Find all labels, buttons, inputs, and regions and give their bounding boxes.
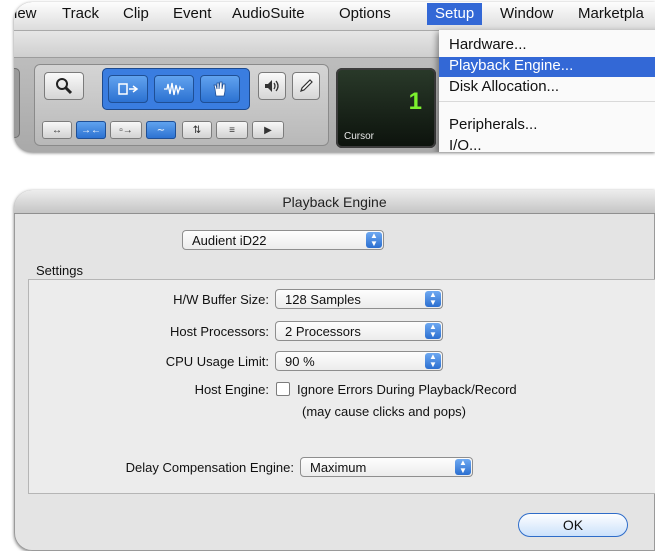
host-processors-select[interactable]: 2 Processors ▲ ▼ [275,321,443,341]
hw-buffer-label: H/W Buffer Size: [173,292,269,307]
waveform-icon [164,82,184,96]
popup-arrows-icon: ▲ ▼ [425,291,441,307]
grabber-tool-button[interactable] [200,75,240,103]
menu-item-hardware[interactable]: Hardware... [439,36,655,56]
dialog-titlebar: Playback Engine [14,190,655,214]
magnifier-icon [56,78,73,95]
grid-mode-button[interactable]: ∼ [146,121,176,139]
menubar: iew Track Clip Event AudioSuite Options … [14,2,655,31]
ignore-errors-label: Ignore Errors During Playback/Record [297,382,517,397]
menu-window[interactable]: Window [500,5,553,22]
cpu-limit-label: CPU Usage Limit: [165,354,269,369]
ignore-errors-checkbox[interactable] [276,382,290,396]
menu-view[interactable]: iew [14,5,37,22]
pencil-tool-button[interactable] [292,72,320,100]
ok-button[interactable]: OK [518,513,628,537]
zoom-tool-button[interactable] [44,72,84,100]
mirror-midi-button[interactable]: ≡ [216,121,248,139]
shuffle-mode-button[interactable]: ↔ [42,121,72,139]
host-processors-value: 2 Processors [285,324,361,339]
host-engine-label: Host Engine: [194,382,269,397]
host-processors-label: Host Processors: [170,324,269,339]
spot-mode-button[interactable]: ▫→ [110,121,142,139]
selector-tool-button[interactable] [154,75,194,103]
trim-tool-button[interactable] [108,75,148,103]
popup-arrows-icon: ▲ ▼ [425,323,441,339]
cpu-limit-value: 90 % [285,354,315,369]
speaker-icon [265,80,279,92]
menu-track[interactable]: Track [62,5,99,22]
hw-buffer-select[interactable]: 128 Samples ▲ ▼ [275,289,443,309]
slip-mode-button[interactable]: →← [76,121,106,139]
menu-event[interactable]: Event [173,5,211,22]
menu-setup[interactable]: Setup [427,3,483,25]
menu-item-playback-engine[interactable]: Playback Engine... [439,57,655,77]
popup-arrows-icon: ▲ ▼ [455,459,471,475]
menu-audiosuite[interactable]: AudioSuite [232,5,305,22]
pencil-icon [300,79,313,92]
menu-separator [439,101,655,102]
ignore-errors-note: (may cause clicks and pops) [302,404,467,419]
dialog-title: Playback Engine [282,194,387,210]
tab-to-transient-button[interactable]: ⇅ [182,121,212,139]
counter-label: Cursor [344,131,375,142]
hw-buffer-value: 128 Samples [285,292,361,307]
delay-comp-label: Delay Compensation Engine: [125,460,294,475]
counter-value: 1 [408,88,422,115]
hand-icon [213,81,226,97]
delay-comp-select[interactable]: Maximum ▲ ▼ [300,457,473,477]
scrub-tool-button[interactable] [258,72,286,100]
menu-item-disk-allocation[interactable]: Disk Allocation... [439,78,655,98]
cpu-limit-select[interactable]: 90 % ▲ ▼ [275,351,443,371]
edit-tool-group [102,68,250,110]
link-selection-button[interactable]: ▶ [252,121,284,139]
menu-item-io[interactable]: I/O... [439,137,655,152]
trim-icon [118,83,139,95]
menu-marketplace[interactable]: Marketpla [578,5,644,22]
menu-item-peripherals[interactable]: Peripherals... [439,116,655,136]
menu-options[interactable]: Options [339,5,391,22]
delay-comp-value: Maximum [310,460,367,475]
setup-menu-dropdown: Hardware... Playback Engine... Disk Allo… [439,30,655,152]
toolbar-left-cap [14,68,20,138]
device-select-value: Audient iD22 [192,233,267,248]
menu-clip[interactable]: Clip [123,5,149,22]
settings-label: Settings [36,263,83,278]
device-select[interactable]: Audient iD22 ▲ ▼ [182,230,384,250]
popup-arrows-icon: ▲ ▼ [366,232,382,248]
main-counter: 1 Cursor [336,68,436,148]
popup-arrows-icon: ▲ ▼ [425,353,441,369]
playback-engine-dialog: Playback Engine Audient iD22 ▲ ▼ Settings… [14,190,655,551]
protools-window: iew Track Clip Event AudioSuite Options … [14,2,655,152]
